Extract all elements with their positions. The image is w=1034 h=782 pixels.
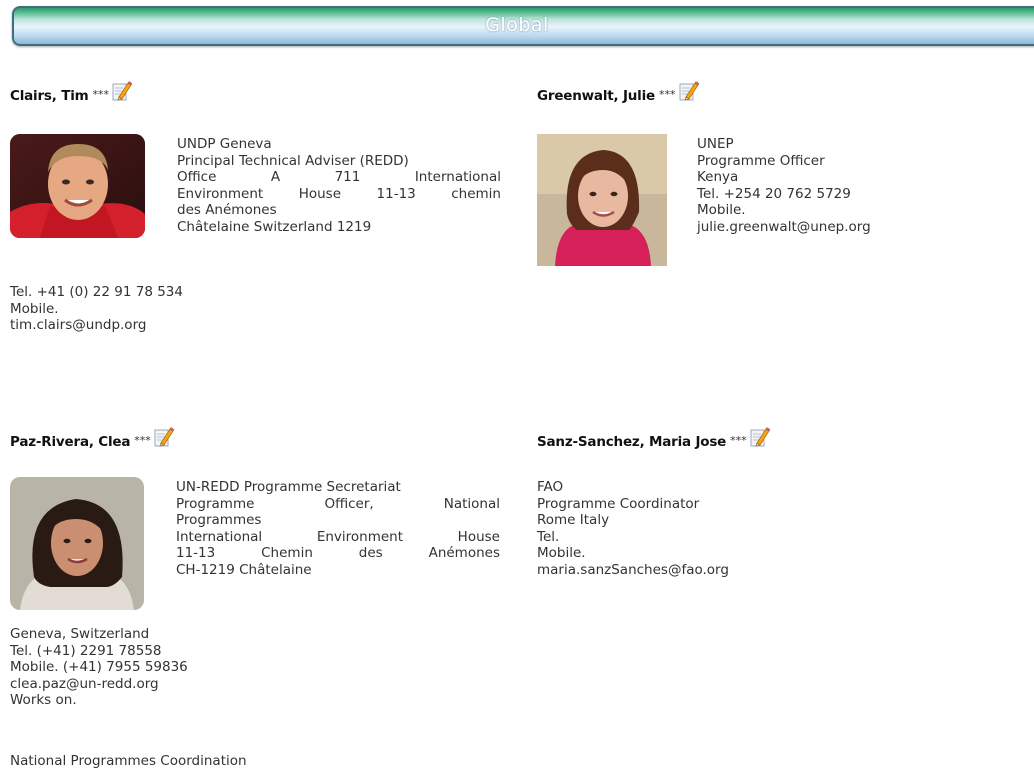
edit-icon[interactable]: [111, 80, 133, 102]
contact-header: Greenwalt, Julie ***: [537, 80, 700, 104]
contact-mobile: Mobile.: [10, 300, 59, 317]
contact-header: Sanz-Sanchez, Maria Jose ***: [537, 426, 771, 450]
contact-header: Paz-Rivera, Clea ***: [10, 426, 175, 450]
contact-mobile: Mobile.: [537, 545, 586, 561]
contact-phone: Tel. +254 20 762 5729: [697, 185, 851, 202]
contact-organization: UNDP Geneva: [177, 136, 272, 152]
contact-organization: UNEP: [697, 136, 734, 152]
works-on-label: Works on.: [10, 692, 77, 708]
contact-card-clairs: Clairs, Tim *** UNDP Geneva Principal Te…: [10, 80, 510, 360]
contact-organization: UN-REDD Programme Secretariat: [176, 479, 401, 495]
contact-mobile: Mobile. (+41) 7955 59836: [10, 659, 188, 675]
contact-email-link[interactable]: clea.paz@un-redd.org: [10, 676, 490, 693]
works-on-list: National Programmes Coordination: [10, 753, 490, 770]
contact-card-greenwalt: Greenwalt, Julie *** UNEP Programme Offi…: [537, 80, 1027, 340]
contact-address-line: Office A 711 International: [177, 169, 501, 185]
contact-details-side: UNEP Programme Officer Kenya Tel. +254 2…: [697, 136, 1017, 235]
contact-rating-stars: ***: [92, 88, 110, 101]
section-title: Global: [485, 14, 549, 36]
contact-details-side: UNDP Geneva Principal Technical Adviser …: [177, 136, 501, 235]
contact-details-below: Tel. +41 (0) 22 91 78 534 Mobile. tim.cl…: [10, 284, 490, 334]
contact-phone: Tel. +41 (0) 22 91 78 534: [10, 284, 183, 300]
contact-job-title: Programmes: [176, 512, 262, 528]
contact-email-link[interactable]: maria.sanzSanches@fao.org: [537, 562, 1017, 579]
contact-phone: Tel.: [537, 528, 560, 545]
contact-address-line: Châtelaine Switzerland 1219: [177, 218, 372, 235]
contact-name[interactable]: Greenwalt, Julie: [537, 80, 655, 104]
contact-organization: FAO: [537, 479, 564, 495]
contact-email-link[interactable]: julie.greenwalt@unep.org: [697, 219, 1017, 236]
contact-job-title: Principal Technical Adviser (REDD): [177, 152, 409, 169]
avatar: [537, 134, 667, 266]
contact-details-below: Geneva, Switzerland Tel. (+41) 2291 7855…: [10, 626, 490, 709]
contact-address-line: CH-1219 Châtelaine: [176, 561, 312, 578]
contact-details-side: UN-REDD Programme Secretariat Programme …: [176, 479, 500, 578]
contact-job-title: Programme Officer: [697, 152, 825, 169]
contact-rating-stars: ***: [730, 434, 747, 447]
contact-card-sanz-sanchez: Sanz-Sanchez, Maria Jose *** FAO Program…: [537, 426, 1027, 646]
contact-address-line: International Environment House: [176, 528, 500, 545]
edit-icon[interactable]: [153, 426, 175, 448]
contact-address-line: Kenya: [697, 169, 739, 185]
contact-phone: Tel. (+41) 2291 78558: [10, 642, 162, 659]
contact-job-title: Programme Officer, National: [176, 495, 500, 512]
contact-mobile: Mobile.: [697, 202, 746, 218]
contact-address-line: Rome Italy: [537, 512, 610, 528]
contact-header: Clairs, Tim ***: [10, 80, 133, 104]
contact-name[interactable]: Paz-Rivera, Clea: [10, 426, 130, 450]
works-on-item[interactable]: National Programmes Coordination: [10, 753, 490, 770]
avatar: [10, 134, 145, 238]
edit-icon[interactable]: [749, 426, 771, 448]
contact-rating-stars: ***: [659, 88, 676, 101]
contact-name[interactable]: Sanz-Sanchez, Maria Jose: [537, 426, 726, 450]
contact-rating-stars: ***: [134, 434, 151, 447]
contact-details: FAO Programme Coordinator Rome Italy Tel…: [537, 479, 1017, 578]
contact-name[interactable]: Clairs, Tim: [10, 80, 89, 104]
contact-email-link[interactable]: tim.clairs@undp.org: [10, 317, 490, 334]
contact-address-line: 11-13 Chemin des Anémones: [176, 545, 500, 561]
contact-job-title: Programme Coordinator: [537, 495, 700, 512]
contact-address-line: des Anémones: [177, 202, 277, 218]
edit-icon[interactable]: [678, 80, 700, 102]
contact-card-paz-rivera: Paz-Rivera, Clea *** UN-REDD Programme S…: [10, 426, 510, 782]
avatar: [10, 477, 144, 610]
contact-address-line: Environment House 11-13 chemin: [177, 185, 501, 202]
contact-address-line: Geneva, Switzerland: [10, 626, 150, 642]
